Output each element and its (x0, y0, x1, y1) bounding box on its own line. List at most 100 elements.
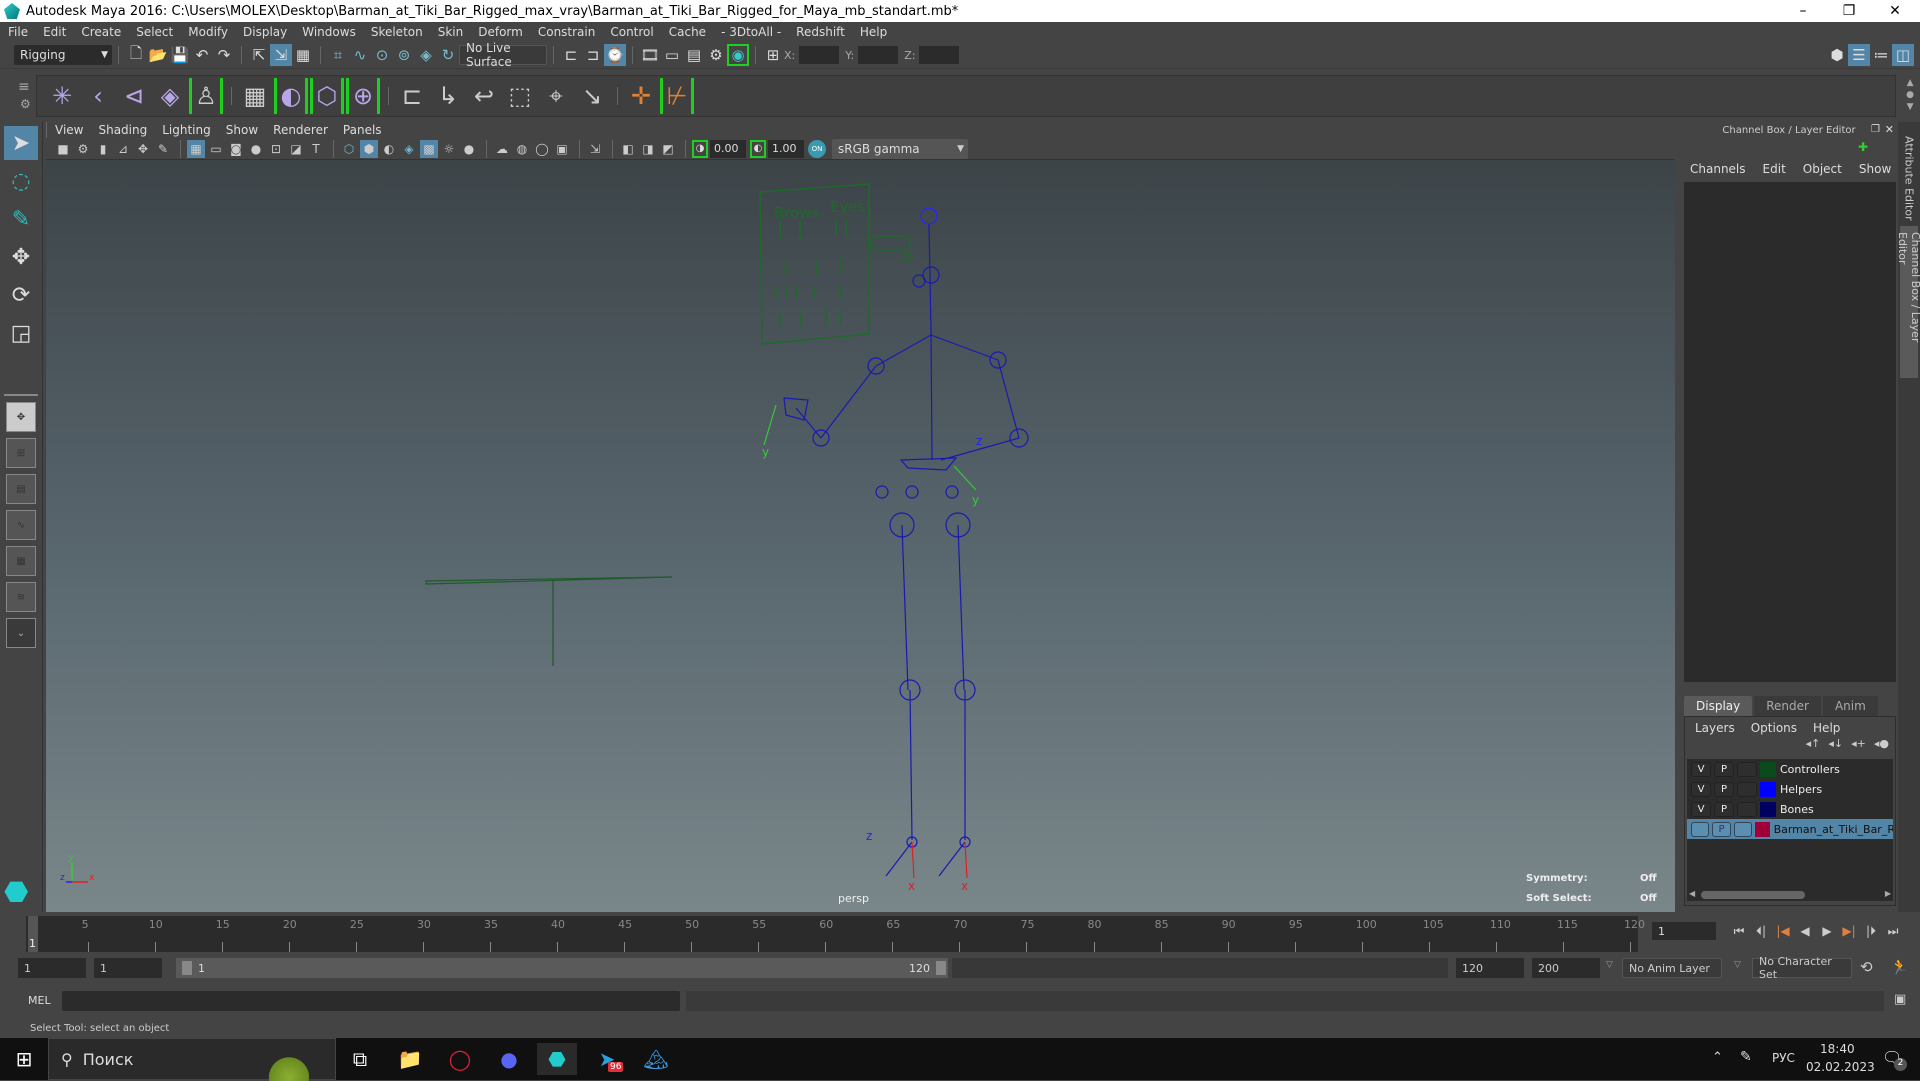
snap-curve-icon[interactable]: ∿ (349, 44, 371, 66)
input-language[interactable]: РУС (1772, 1051, 1795, 1065)
tab-display[interactable]: Display (1684, 696, 1753, 716)
transform-mode-icon[interactable]: ⊞ (762, 44, 784, 66)
grease-pencil-icon[interactable]: ✎ (154, 140, 172, 158)
save-scene-icon[interactable]: 💾 (169, 44, 191, 66)
snap-live-icon[interactable]: ↻ (437, 44, 459, 66)
close-panel-icon[interactable]: ✕ (1885, 123, 1894, 136)
wireframe-icon[interactable]: ⬡ (340, 140, 358, 158)
lattice-icon[interactable]: ⬡ (310, 78, 344, 114)
ik-spline-icon[interactable]: ⊲ (117, 78, 151, 114)
smooth-shade-icon[interactable]: ⬢ (360, 139, 378, 158)
current-frame-field[interactable]: 1 (1652, 922, 1716, 940)
vp-menu-view[interactable]: View (55, 123, 83, 137)
new-scene-icon[interactable]: 🗋 (125, 44, 147, 66)
point-constraint-icon[interactable]: ↳ (431, 78, 465, 114)
single-perspective-layout-icon[interactable]: ✥ (6, 402, 36, 432)
visibility-toggle[interactable]: V (1691, 801, 1711, 817)
shadows-icon[interactable]: ● (460, 140, 478, 158)
parent-constraint-icon[interactable]: ⊏ (395, 78, 429, 114)
color-management-toggle-icon[interactable]: ON (808, 139, 826, 158)
menu-skin[interactable]: Skin (438, 25, 464, 39)
bind-skin-icon[interactable]: ◐ (274, 78, 308, 114)
select-hierarchy-icon[interactable]: ⇱ (248, 44, 270, 66)
playback-start-field[interactable]: 1 (94, 958, 162, 978)
undo-icon[interactable]: ↶ (191, 44, 213, 66)
character-set-dropdown-icon[interactable]: ▽ (1734, 960, 1741, 970)
command-input[interactable] (62, 991, 680, 1011)
scroll-right-icon[interactable]: ▶ (1885, 889, 1891, 898)
x-field[interactable] (799, 46, 840, 64)
play-forwards-icon[interactable]: ▶ (1816, 922, 1838, 940)
move-layer-up-icon[interactable]: ◂↑ (1806, 737, 1821, 750)
playback-toggle[interactable]: P (1714, 801, 1734, 817)
cb-menu-show[interactable]: Show (1859, 162, 1891, 176)
snap-view-plane-icon[interactable]: ⊚ (393, 44, 415, 66)
layer-color-swatch[interactable] (1760, 761, 1776, 777)
discord-icon[interactable]: ● (489, 1043, 529, 1075)
menu-cache[interactable]: Cache (669, 25, 706, 39)
film-gate-icon[interactable]: ▭ (207, 140, 225, 158)
menu-skeleton[interactable]: Skeleton (371, 25, 423, 39)
photos-icon[interactable]: 🏔 (636, 1043, 676, 1075)
shelf-menu-icon[interactable]: ≡ (18, 79, 30, 95)
exposure-field[interactable]: 0.00 (710, 139, 746, 158)
cluster-icon[interactable]: ⊕ (346, 78, 380, 114)
display-type-toggle[interactable] (1737, 781, 1757, 797)
range-start-handle[interactable] (182, 961, 192, 975)
display-type-toggle[interactable] (1737, 801, 1757, 817)
step-back-key-icon[interactable]: |◀ (1772, 922, 1794, 940)
field-chart-icon[interactable]: ⊡ (267, 140, 285, 158)
resolution-gate-icon[interactable]: ◙ (227, 140, 245, 158)
character-set-dropdown[interactable]: No Character Set (1752, 955, 1852, 981)
render-frame-icon[interactable]: ▭ (661, 44, 683, 66)
exposure-icon[interactable]: ◑ (692, 139, 708, 158)
motion-blur-icon[interactable]: ◍ (513, 140, 531, 158)
grid-icon[interactable]: ▦ (187, 139, 205, 158)
layer-list-scrollbar[interactable]: ◀ ▶ (1687, 889, 1893, 901)
attribute-editor-tab[interactable]: Attribute Editor (1900, 130, 1918, 226)
menu-edit[interactable]: Edit (43, 25, 66, 39)
move-tool-icon[interactable]: ✥ (4, 240, 38, 274)
rotate-tool-icon[interactable]: ⟳ (4, 278, 38, 312)
persp-outliner-layout-icon[interactable]: ▤ (6, 474, 36, 504)
input-ops-icon[interactable]: ⊏ (560, 44, 582, 66)
construction-history-icon[interactable]: ⌚ (604, 44, 626, 66)
task-view-icon[interactable]: ⧉ (340, 1043, 380, 1075)
hypershade-icon[interactable]: ◉ (727, 44, 749, 66)
snap-surface-icon[interactable]: ◈ (415, 44, 437, 66)
screen-space-ao-icon[interactable]: ☁ (493, 140, 511, 158)
vp-menu-shading[interactable]: Shading (98, 123, 147, 137)
file-explorer-icon[interactable]: 📁 (390, 1043, 430, 1075)
vp-menu-show[interactable]: Show (226, 123, 258, 137)
attribute-editor-toggle-icon[interactable]: ☰ (1848, 44, 1870, 66)
layer-color-swatch[interactable] (1755, 821, 1770, 837)
menu-display[interactable]: Display (243, 25, 287, 39)
redo-icon[interactable]: ↷ (213, 44, 235, 66)
menu-deform[interactable]: Deform (478, 25, 523, 39)
layer-menu-help[interactable]: Help (1813, 721, 1840, 735)
shelf-gear-icon[interactable]: ⚙ (20, 97, 31, 111)
close-button[interactable]: ✕ (1872, 0, 1918, 22)
isolate-select-icon[interactable]: ⇲ (586, 140, 604, 158)
tab-render[interactable]: Render (1754, 696, 1821, 716)
layer-color-swatch[interactable] (1760, 801, 1776, 817)
range-slider-bar[interactable]: 1 120 (176, 958, 948, 978)
xray-joints-icon[interactable]: ◩ (659, 140, 677, 158)
open-scene-icon[interactable]: 📂 (147, 44, 169, 66)
paint-select-tool-icon[interactable]: ✎ (4, 202, 38, 236)
layer-row-selected[interactable]: P Barman_at_Tiki_Bar_Rig (1687, 819, 1893, 839)
visibility-toggle[interactable]: V (1691, 761, 1711, 777)
channel-box-tab[interactable]: Channel Box / Layer Editor (1896, 226, 1920, 378)
select-tool-icon[interactable]: ➤ (4, 126, 38, 160)
camera-attributes-icon[interactable]: ⚙ (74, 140, 92, 158)
modeling-toolkit-icon[interactable]: ⬢ (1826, 44, 1848, 66)
display-type-toggle[interactable] (1737, 761, 1757, 777)
menu-windows[interactable]: Windows (302, 25, 356, 39)
persp-graph-hypergraph-layout-icon[interactable]: ≋ (6, 582, 36, 612)
safe-action-icon[interactable]: ◪ (287, 140, 305, 158)
custom-tool-icon-2[interactable]: ⊬ (660, 78, 694, 114)
go-to-end-icon[interactable]: ⏭ (1882, 922, 1904, 940)
z-field[interactable] (919, 46, 960, 64)
orient-constraint-icon[interactable]: ↩ (467, 78, 501, 114)
2d-pan-zoom-icon[interactable]: ✥ (134, 140, 152, 158)
